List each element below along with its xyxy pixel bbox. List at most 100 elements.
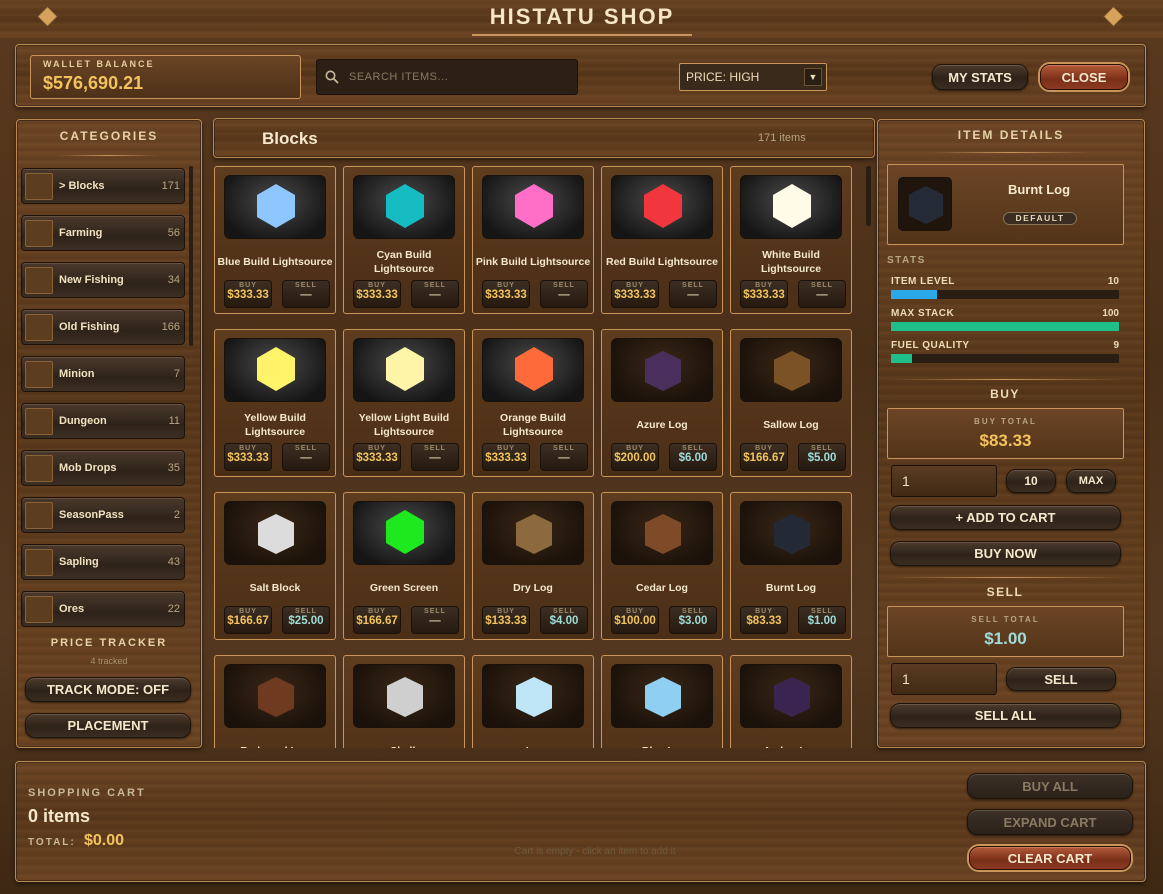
item-card[interactable]: Red Build Lightsource BUY $333.33 SELL — — [601, 166, 723, 314]
category-item[interactable]: New Fishing 34 — [21, 262, 185, 298]
buy-label: BUY — [368, 608, 386, 615]
buy-price-button[interactable]: BUY $333.33 — [224, 443, 272, 471]
item-card[interactable]: Cyan Build Lightsource BUY $333.33 SELL — — [343, 166, 465, 314]
category-item[interactable]: Minion 7 — [21, 356, 185, 392]
category-item[interactable]: > Blocks 171 — [21, 168, 185, 204]
item-card[interactable]: Ice — [472, 655, 594, 748]
category-label: SeasonPass — [59, 509, 124, 521]
buy-price-button[interactable]: BUY $166.67 — [740, 443, 788, 471]
sell-label: SELL — [682, 282, 704, 289]
item-thumb — [224, 338, 326, 402]
sell-price-button[interactable]: SELL — — [540, 443, 588, 471]
sell-price-button[interactable]: SELL — — [798, 280, 846, 308]
qty-max-button[interactable]: MAX — [1066, 469, 1116, 493]
sell-all-button[interactable]: SELL ALL — [890, 703, 1121, 728]
item-card[interactable]: Yellow Light Build Lightsource BUY $333.33… — [343, 329, 465, 477]
add-to-cart-button[interactable]: + ADD TO CART — [890, 505, 1121, 530]
buy-price-button[interactable]: BUY $333.33 — [482, 280, 530, 308]
sell-price: — — [300, 289, 312, 301]
sell-price-button[interactable]: SELL $4.00 — [540, 606, 588, 634]
category-scrollbar[interactable] — [189, 166, 193, 346]
sell-price-button[interactable]: SELL — — [411, 443, 459, 471]
item-card[interactable]: Yellow Build Lightsource BUY $333.33 SELL — — [214, 329, 336, 477]
sell-label: SELL — [682, 445, 704, 452]
category-item[interactable]: SeasonPass 2 — [21, 497, 185, 533]
sell-price-button[interactable]: SELL $5.00 — [798, 443, 846, 471]
category-item[interactable]: Old Fishing 166 — [21, 309, 185, 345]
category-count: 166 — [161, 321, 180, 333]
item-card[interactable]: Cedar Log BUY $100.00 SELL $3.00 — [601, 492, 723, 640]
sell-button[interactable]: SELL — [1006, 667, 1116, 691]
item-card[interactable]: Redwood Log — [214, 655, 336, 748]
item-card[interactable]: Chalk — [343, 655, 465, 748]
buy-price-button[interactable]: BUY $166.67 — [353, 606, 401, 634]
clear-cart-button[interactable]: CLEAR CART — [969, 846, 1131, 870]
category-item[interactable]: Dungeon 11 — [21, 403, 185, 439]
item-card[interactable]: White Build Lightsource BUY $333.33 SELL — — [730, 166, 852, 314]
sort-dropdown[interactable]: PRICE: HIGH ▼ — [679, 63, 827, 91]
grid-scrollbar[interactable] — [866, 166, 871, 226]
item-card[interactable]: Azure Log BUY $200.00 SELL $6.00 — [601, 329, 723, 477]
stat-row: ITEM LEVEL 10 — [891, 276, 1119, 302]
qty-10-button[interactable]: 10 — [1006, 469, 1056, 493]
my-stats-button[interactable]: MY STATS — [932, 64, 1028, 90]
grid-count: 171 items — [758, 132, 806, 144]
category-item[interactable]: Sapling 43 — [21, 544, 185, 580]
placement-button[interactable]: PLACEMENT — [25, 713, 191, 738]
sell-price-button[interactable]: SELL — — [669, 280, 717, 308]
buy-all-button[interactable]: BUY ALL — [967, 773, 1133, 799]
buy-price-button[interactable]: BUY $200.00 — [611, 443, 659, 471]
sell-price-button[interactable]: SELL $6.00 — [669, 443, 717, 471]
buy-price-button[interactable]: BUY $333.33 — [611, 280, 659, 308]
sell-price-button[interactable]: SELL — — [411, 280, 459, 308]
buy-price-button[interactable]: BUY $333.33 — [353, 443, 401, 471]
buy-price-button[interactable]: BUY $333.33 — [740, 280, 788, 308]
buy-price-button[interactable]: BUY $333.33 — [353, 280, 401, 308]
track-mode-button[interactable]: TRACK MODE: OFF — [25, 677, 191, 702]
buy-price-button[interactable]: BUY $133.33 — [482, 606, 530, 634]
item-card[interactable]: Blue Build Lightsource BUY $333.33 SELL — — [214, 166, 336, 314]
sell-price-button[interactable]: SELL $1.00 — [798, 606, 846, 634]
item-card[interactable]: Sallow Log BUY $166.67 SELL $5.00 — [730, 329, 852, 477]
close-button[interactable]: CLOSE — [1040, 64, 1128, 90]
item-card[interactable]: Salt Block BUY $166.67 SELL $25.00 — [214, 492, 336, 640]
sell-price-button[interactable]: SELL — — [411, 606, 459, 634]
category-count: 34 — [167, 274, 180, 286]
category-label: Sapling — [59, 556, 99, 568]
item-card[interactable]: Blue Ice — [601, 655, 723, 748]
buy-price-button[interactable]: BUY $166.67 — [224, 606, 272, 634]
category-label: New Fishing — [59, 274, 124, 286]
buy-price: $200.00 — [614, 452, 656, 464]
sell-quantity-input[interactable]: 1 — [891, 663, 997, 695]
buy-price-button[interactable]: BUY $83.33 — [740, 606, 788, 634]
buy-price: $333.33 — [227, 452, 269, 464]
item-card[interactable]: Green Screen BUY $166.67 SELL — — [343, 492, 465, 640]
buy-price: $133.33 — [485, 615, 527, 627]
sell-price-button[interactable]: SELL $25.00 — [282, 606, 330, 634]
item-card[interactable]: Dry Log BUY $133.33 SELL $4.00 — [472, 492, 594, 640]
buy-price-button[interactable]: BUY $333.33 — [224, 280, 272, 308]
search-input[interactable]: SEARCH ITEMS... — [316, 59, 578, 95]
buy-price-button[interactable]: BUY $333.33 — [482, 443, 530, 471]
category-item[interactable]: Mob Drops 35 — [21, 450, 185, 486]
item-card[interactable]: Pink Build Lightsource BUY $333.33 SELL — — [472, 166, 594, 314]
fish-icon — [25, 314, 53, 341]
item-card[interactable]: Amber Log — [730, 655, 852, 748]
buy-now-button[interactable]: BUY NOW — [890, 541, 1121, 566]
sell-price-button[interactable]: SELL — — [540, 280, 588, 308]
sell-price-button[interactable]: SELL $3.00 — [669, 606, 717, 634]
item-thumb — [353, 338, 455, 402]
sell-price-button[interactable]: SELL — — [282, 280, 330, 308]
item-thumb — [740, 664, 842, 728]
sell-price-button[interactable]: SELL — — [282, 443, 330, 471]
item-card[interactable]: Orange Build Lightsource BUY $333.33 SELL — — [472, 329, 594, 477]
item-thumb — [482, 501, 584, 565]
category-item[interactable]: Farming 56 — [21, 215, 185, 251]
buy-price-button[interactable]: BUY $100.00 — [611, 606, 659, 634]
buy-quantity-input[interactable]: 1 — [891, 465, 997, 497]
buy-price: $333.33 — [356, 452, 398, 464]
category-item[interactable]: Ores 22 — [21, 591, 185, 627]
sell-label: SELL — [295, 282, 317, 289]
item-card[interactable]: Burnt Log BUY $83.33 SELL $1.00 — [730, 492, 852, 640]
expand-cart-button[interactable]: EXPAND CART — [967, 809, 1133, 835]
